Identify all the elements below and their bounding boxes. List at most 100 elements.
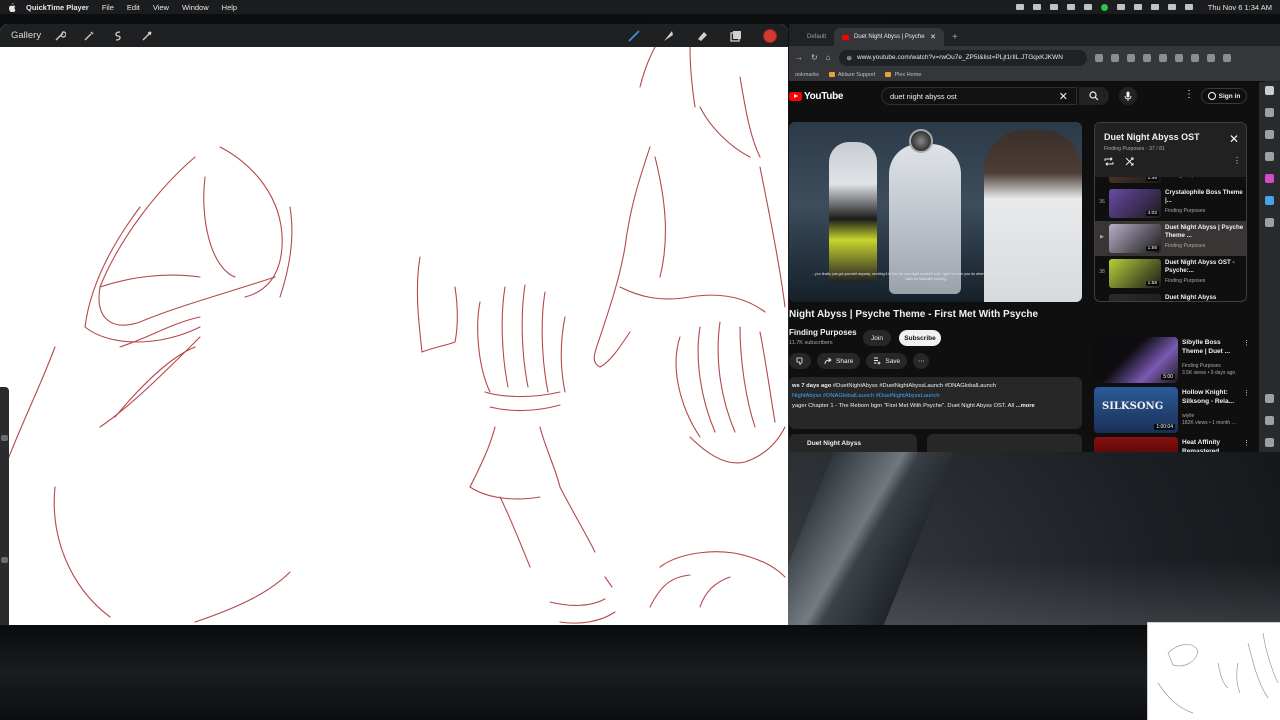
- tab-default[interactable]: Default: [799, 28, 834, 46]
- tray-app-icon[interactable]: [1083, 4, 1092, 10]
- playlist-item[interactable]: 36 4:02 Crystalophile Boss Theme |... Findi…: [1095, 186, 1246, 221]
- description-hashtags[interactable]: NightAbyss #DNAGlobalLaunch #DuetNightAb…: [792, 391, 1079, 401]
- battery-icon[interactable]: [1032, 4, 1041, 10]
- smudge-icon[interactable]: [661, 29, 675, 43]
- profile-icon[interactable]: [1190, 53, 1199, 62]
- join-button[interactable]: Join: [863, 330, 891, 346]
- tray-app-icon[interactable]: [1116, 4, 1125, 10]
- voice-search-button[interactable]: [1119, 87, 1137, 105]
- drawing-canvas[interactable]: [0, 46, 788, 625]
- sign-in-button[interactable]: Sign in: [1201, 88, 1247, 104]
- clear-search-icon[interactable]: ✕: [1059, 90, 1068, 103]
- eraser-icon[interactable]: [695, 29, 709, 43]
- reload-icon[interactable]: ↻: [811, 53, 818, 62]
- screen-record-icon[interactable]: [1015, 4, 1024, 10]
- side-app-icon[interactable]: [1265, 218, 1274, 227]
- bookmark-star-icon[interactable]: [1265, 86, 1274, 95]
- transform-icon[interactable]: [140, 29, 154, 43]
- share-button[interactable]: Share: [817, 353, 861, 369]
- menu-app-name[interactable]: QuickTime Player: [26, 3, 89, 12]
- close-tab-icon[interactable]: ✕: [930, 33, 936, 41]
- forward-icon[interactable]: →: [795, 53, 803, 62]
- bookmark-item[interactable]: Ablaze Support: [828, 72, 875, 78]
- extension-icon[interactable]: [1206, 53, 1215, 62]
- size-slider-handle[interactable]: [1, 435, 8, 441]
- brush-size-slider[interactable]: [0, 387, 9, 625]
- channel-name[interactable]: Finding Purposes: [789, 328, 857, 337]
- show-more-link[interactable]: ...more: [1016, 403, 1035, 409]
- video-player[interactable]: ...you finally just got yourself anyway,…: [789, 122, 1082, 302]
- menu-window[interactable]: Window: [182, 3, 209, 12]
- control-center-icon[interactable]: [1184, 4, 1193, 10]
- search-icon[interactable]: [1167, 4, 1176, 10]
- playlist-menu-icon[interactable]: ⋮: [1233, 156, 1241, 165]
- side-app-icon[interactable]: [1265, 196, 1274, 205]
- extension-icon[interactable]: [1142, 53, 1151, 62]
- new-tab-icon[interactable]: +: [944, 28, 966, 46]
- extension-icon[interactable]: [1158, 53, 1167, 62]
- reading-list-icon[interactable]: [1265, 130, 1274, 139]
- search-button[interactable]: [1079, 87, 1109, 105]
- opacity-slider-handle[interactable]: [1, 557, 8, 563]
- menu-edit[interactable]: Edit: [127, 3, 140, 12]
- recommended-video[interactable]: Heat Affinity Remastered ...MizukiProtog…: [1094, 437, 1252, 452]
- save-button[interactable]: Save: [866, 353, 908, 369]
- search-input[interactable]: duet night abyss ost ✕: [881, 87, 1077, 105]
- extension-icon[interactable]: [1126, 53, 1135, 62]
- tab-youtube[interactable]: Duet Night Abyss | Psyche ✕: [834, 28, 945, 46]
- recommended-video[interactable]: 5:00 Sibylle Boss Theme | Duet ... Finding…: [1094, 337, 1252, 387]
- extension-icon[interactable]: [1174, 53, 1183, 62]
- selection-icon[interactable]: [111, 29, 125, 43]
- close-playlist-icon[interactable]: ✕: [1229, 132, 1239, 146]
- menu-view[interactable]: View: [153, 3, 169, 12]
- video-menu-icon[interactable]: ⋮: [1243, 439, 1250, 447]
- layers-icon[interactable]: [729, 29, 743, 43]
- shuffle-icon[interactable]: [1125, 157, 1135, 166]
- dislike-button[interactable]: [789, 353, 811, 369]
- menu-help[interactable]: Help: [222, 3, 237, 12]
- site-info-icon[interactable]: ⊜: [847, 54, 852, 62]
- playlist-item-index: 36: [1099, 199, 1105, 205]
- video-description[interactable]: ws 7 days ago #DuetNightAbyss #DuetNight…: [789, 377, 1082, 429]
- wifi-icon[interactable]: [1150, 4, 1159, 10]
- menu-clock[interactable]: Thu Nov 6 1:34 AM: [1208, 3, 1272, 12]
- url-input[interactable]: ⊜ www.youtube.com/watch?v=rwOu7e_ZP5I&li…: [838, 49, 1087, 66]
- apple-icon[interactable]: [8, 2, 16, 12]
- side-app-icon[interactable]: [1265, 394, 1274, 403]
- brush-icon[interactable]: [627, 29, 641, 43]
- tray-app-icon[interactable]: [1133, 4, 1142, 10]
- color-picker-button[interactable]: [763, 28, 777, 43]
- settings-icon[interactable]: [1265, 438, 1274, 447]
- recommended-video[interactable]: SILKSONG 1:00:04 Hollow Knight: Silksong -…: [1094, 387, 1252, 437]
- gallery-button[interactable]: Gallery: [11, 30, 41, 41]
- bookmark-item[interactable]: ookmarks: [795, 72, 819, 78]
- playlist-item[interactable]: 38 1:58 Duet Night Abyss OST - Psyche:... F…: [1095, 256, 1246, 291]
- edit-icon[interactable]: [1265, 152, 1274, 161]
- extension-icon[interactable]: [1110, 53, 1119, 62]
- wrench-icon[interactable]: [53, 29, 67, 43]
- playlist-title[interactable]: Duet Night Abyss OST: [1104, 132, 1200, 142]
- next-video-card[interactable]: Duet Night Abyss: [789, 434, 917, 452]
- more-options-icon[interactable]: ⋮: [1184, 89, 1194, 100]
- adjustments-icon[interactable]: [82, 29, 96, 43]
- status-indicator-icon[interactable]: [1100, 3, 1108, 11]
- bookmark-item[interactable]: Plex Home: [885, 72, 921, 78]
- tray-app-icon[interactable]: [1049, 4, 1058, 10]
- history-icon[interactable]: [1265, 108, 1274, 117]
- video-menu-icon[interactable]: ⋮: [1243, 339, 1250, 347]
- video-menu-icon[interactable]: ⋮: [1243, 389, 1250, 397]
- tray-app-icon[interactable]: [1066, 4, 1075, 10]
- extension-icon[interactable]: [1222, 53, 1231, 62]
- side-app-icon[interactable]: [1265, 416, 1274, 425]
- side-app-icon[interactable]: [1265, 174, 1274, 183]
- playlist-item[interactable]: ▶ 1:56 Duet Night Abyss | Psyche Theme ...…: [1095, 221, 1246, 256]
- menu-file[interactable]: File: [102, 3, 114, 12]
- more-actions-button[interactable]: ⋯: [913, 353, 930, 369]
- extension-icon[interactable]: [1094, 53, 1103, 62]
- youtube-logo[interactable]: YouTube: [789, 91, 844, 102]
- subscribe-button[interactable]: Subscribe: [899, 330, 941, 346]
- playlist-item[interactable]: Duet Night Abyss: [1095, 291, 1246, 301]
- home-icon[interactable]: ⌂: [826, 53, 831, 62]
- loop-icon[interactable]: [1104, 157, 1114, 166]
- next-video-card[interactable]: [927, 434, 1082, 452]
